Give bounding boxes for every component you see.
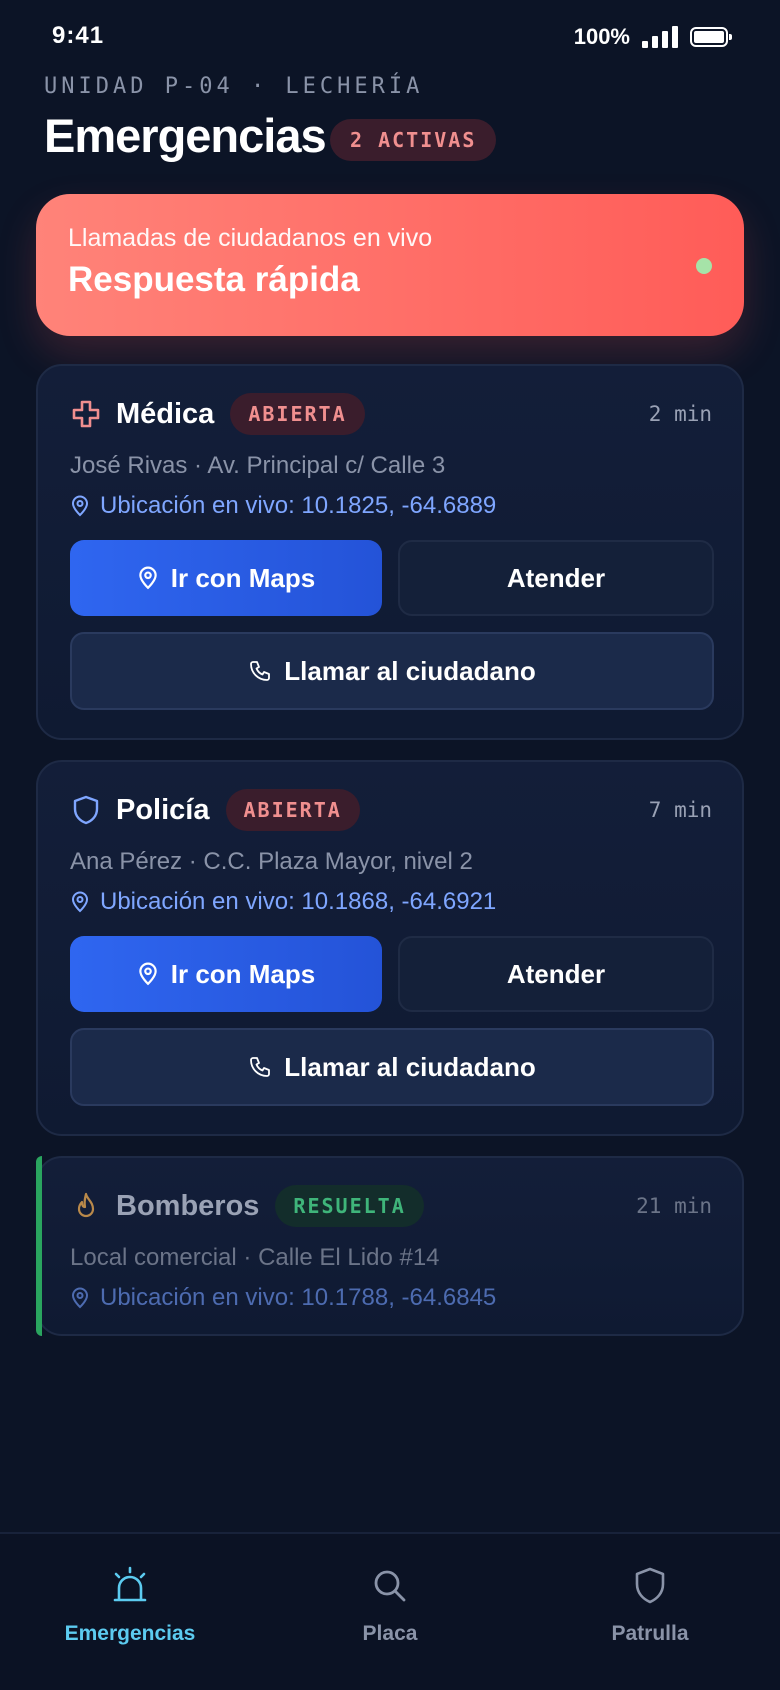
emergency-card-medica[interactable]: Médica ABIERTA 2 min José Rivas · Av. Pr…: [36, 364, 744, 740]
attend-button[interactable]: Atender: [398, 540, 714, 616]
flame-icon: [70, 1190, 102, 1222]
caller-address: Local comercial · Calle El Lido #14: [70, 1244, 440, 1271]
quick-response-banner[interactable]: Llamadas de ciudadanos en vivo Respuesta…: [36, 194, 744, 336]
phone-icon: [250, 661, 271, 681]
card-header: Bomberos RESUELTA 21 min: [70, 1184, 712, 1228]
card-header: Médica ABIERTA 2 min: [70, 392, 712, 436]
call-citizen-button[interactable]: Llamar al ciudadano: [70, 1028, 714, 1106]
live-location: Ubicación en vivo: 10.1825, -64.6889: [70, 492, 496, 520]
live-location: Ubicación en vivo: 10.1868, -64.6921: [70, 888, 496, 916]
banner-subtitle: Llamadas de ciudadanos en vivo: [68, 224, 433, 252]
battery-icon: [690, 27, 732, 47]
card-header: Policía ABIERTA 7 min: [70, 788, 712, 832]
status-time: 9:41: [52, 22, 105, 49]
live-location: Ubicación en vivo: 10.1788, -64.6845: [70, 1284, 496, 1312]
call-citizen-button[interactable]: Llamar al ciudadano: [70, 632, 714, 710]
location-pin-icon: [139, 962, 157, 986]
medical-cross-icon: [70, 398, 102, 430]
battery-percentage: 100%: [573, 24, 630, 49]
live-location-text: Ubicación en vivo: 10.1825, -64.6889: [100, 492, 497, 519]
go-with-maps-label: Ir con Maps: [170, 958, 316, 989]
unit-label: UNIDAD P-04 · LECHERÍA: [44, 74, 424, 99]
caller-address: José Rivas · Av. Principal c/ Calle 3: [70, 452, 446, 479]
emergency-type: Bomberos: [116, 1189, 260, 1222]
emergency-card-policia[interactable]: Policía ABIERTA 7 min Ana Pérez · C.C. P…: [36, 760, 744, 1136]
live-location-text: Ubicación en vivo: 10.1868, -64.6921: [100, 888, 497, 915]
phone-icon: [250, 1057, 271, 1077]
call-citizen-label: Llamar al ciudadano: [284, 1051, 536, 1082]
caller-address: Ana Pérez · C.C. Plaza Mayor, nivel 2: [70, 848, 473, 875]
go-with-maps-label: Ir con Maps: [170, 562, 316, 593]
active-count-badge: 2 ACTIVAS: [330, 119, 497, 161]
tab-emergencias[interactable]: Emergencias: [30, 1566, 230, 1646]
tab-patrulla[interactable]: Patrulla: [550, 1566, 750, 1646]
emergency-card-bomberos[interactable]: Bomberos RESUELTA 21 min Local comercial…: [36, 1156, 744, 1336]
location-pin-icon: [139, 566, 157, 590]
live-location-text: Ubicación en vivo: 10.1788, -64.6845: [100, 1284, 497, 1311]
page-title: Emergencias: [44, 109, 327, 162]
tab-placa[interactable]: Placa: [290, 1566, 490, 1646]
tab-label: Placa: [362, 1622, 418, 1645]
attend-button[interactable]: Atender: [398, 936, 714, 1012]
location-pin-icon: [71, 891, 89, 913]
tab-label: Emergencias: [64, 1622, 196, 1645]
elapsed-time: 2 min: [648, 402, 712, 426]
shield-icon: [70, 794, 102, 826]
status-bar: 9:41 100%: [0, 0, 780, 76]
search-icon: [374, 1570, 406, 1602]
call-citizen-label: Llamar al ciudadano: [284, 655, 536, 686]
resolved-indicator-bar: [36, 1156, 42, 1336]
siren-icon: [113, 1566, 147, 1602]
status-badge: ABIERTA: [230, 393, 365, 435]
banner-title: Respuesta rápida: [68, 260, 360, 299]
elapsed-time: 7 min: [648, 798, 712, 822]
location-pin-icon: [71, 495, 89, 517]
status-badge: ABIERTA: [225, 789, 360, 831]
go-with-maps-button[interactable]: Ir con Maps: [70, 540, 382, 616]
emergency-type: Policía: [116, 793, 210, 826]
bottom-tab-bar: Emergencias Placa Patrulla: [0, 1532, 780, 1690]
status-badge: RESUELTA: [275, 1185, 424, 1227]
location-pin-icon: [71, 1287, 89, 1309]
go-with-maps-button[interactable]: Ir con Maps: [70, 936, 382, 1012]
tab-label: Patrulla: [611, 1622, 689, 1645]
signal-icon: [642, 26, 678, 48]
elapsed-time: 21 min: [636, 1194, 712, 1218]
live-indicator-dot: [696, 258, 712, 274]
shield-icon: [635, 1567, 665, 1604]
emergency-type: Médica: [116, 397, 215, 430]
status-indicators: 100%: [573, 24, 732, 50]
